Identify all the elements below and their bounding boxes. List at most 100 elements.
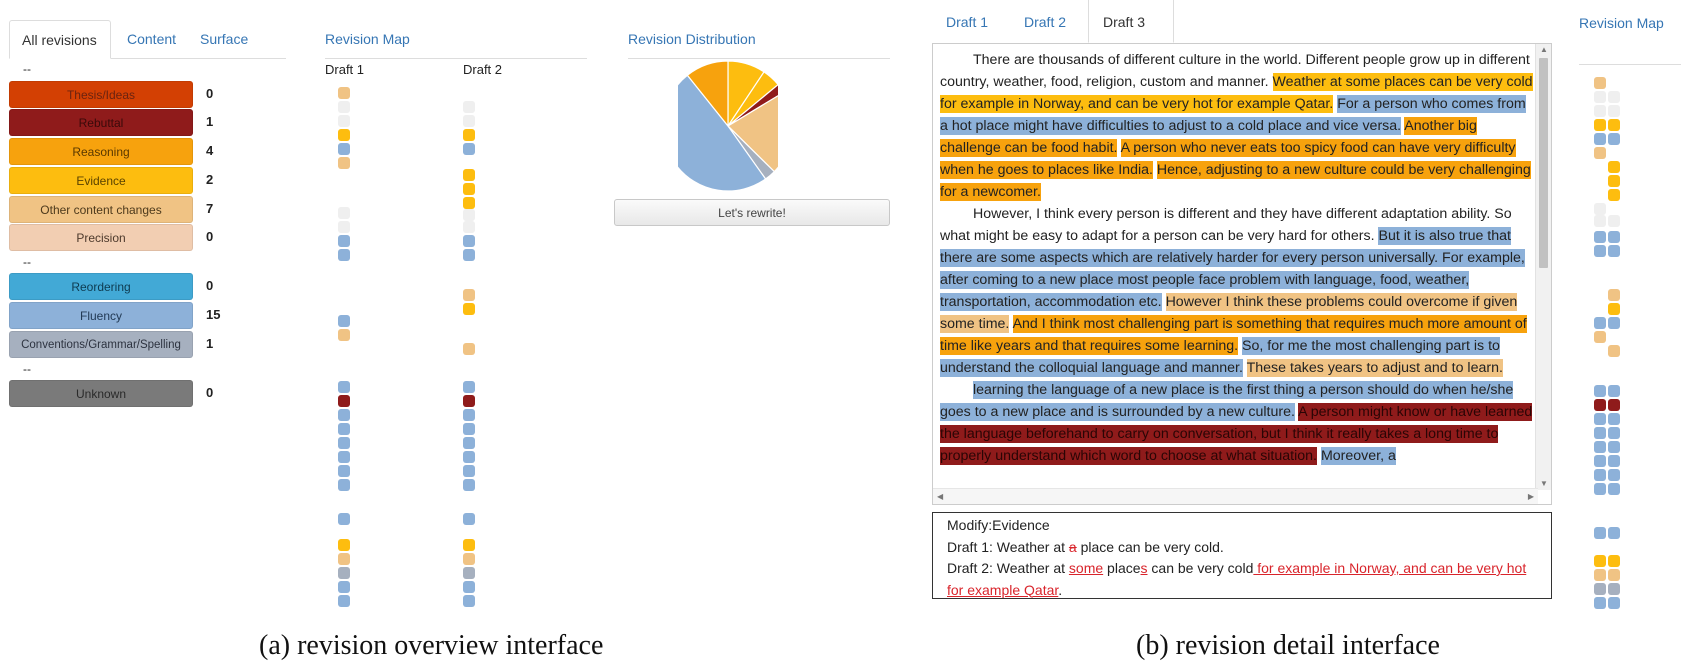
- revision-square[interactable]: [1608, 441, 1620, 453]
- category-reasoning[interactable]: Reasoning: [9, 138, 193, 165]
- revision-square[interactable]: [1608, 161, 1620, 173]
- tab-all-revisions[interactable]: All revisions: [9, 20, 111, 59]
- revision-square[interactable]: [338, 87, 350, 99]
- revision-square[interactable]: [463, 197, 475, 209]
- revision-square[interactable]: [1608, 555, 1620, 567]
- revision-square[interactable]: [1594, 483, 1606, 495]
- revision-square[interactable]: [338, 451, 350, 463]
- category-reordering[interactable]: Reordering: [9, 273, 193, 300]
- revision-square[interactable]: [338, 207, 350, 219]
- revision-square[interactable]: [463, 567, 475, 579]
- revision-square[interactable]: [338, 249, 350, 261]
- revision-square[interactable]: [1608, 413, 1620, 425]
- revision-square[interactable]: [463, 143, 475, 155]
- revision-square[interactable]: [1608, 189, 1620, 201]
- scrollbar-thumb[interactable]: [1539, 58, 1548, 268]
- revision-square[interactable]: [463, 437, 475, 449]
- category-evidence[interactable]: Evidence: [9, 167, 193, 194]
- revision-square[interactable]: [338, 437, 350, 449]
- revision-square[interactable]: [338, 581, 350, 593]
- revision-square[interactable]: [1594, 133, 1606, 145]
- revision-square[interactable]: [338, 381, 350, 393]
- revision-square[interactable]: [1608, 427, 1620, 439]
- revision-square[interactable]: [1608, 303, 1620, 315]
- revision-square[interactable]: [1608, 345, 1620, 357]
- revision-square[interactable]: [463, 169, 475, 181]
- revision-square[interactable]: [1594, 583, 1606, 595]
- vertical-scrollbar[interactable]: ▲ ▼: [1535, 44, 1551, 490]
- tab-content[interactable]: Content: [115, 20, 188, 58]
- category-fluency[interactable]: Fluency: [9, 302, 193, 329]
- revision-square[interactable]: [463, 221, 475, 233]
- category-unknown[interactable]: Unknown: [9, 380, 193, 407]
- revision-square[interactable]: [1594, 597, 1606, 609]
- revision-square[interactable]: [463, 409, 475, 421]
- revision-square[interactable]: [338, 465, 350, 477]
- category-precision[interactable]: Precision: [9, 224, 193, 251]
- revision-square[interactable]: [1594, 147, 1606, 159]
- revision-square[interactable]: [338, 115, 350, 127]
- revision-square[interactable]: [1608, 483, 1620, 495]
- revision-square[interactable]: [463, 209, 475, 221]
- revision-square[interactable]: [1608, 597, 1620, 609]
- revision-square[interactable]: [338, 539, 350, 551]
- tab-surface[interactable]: Surface: [188, 20, 260, 58]
- revision-square[interactable]: [1594, 569, 1606, 581]
- revision-square[interactable]: [1594, 455, 1606, 467]
- category-other-content-changes[interactable]: Other content changes: [9, 196, 193, 223]
- revision-square[interactable]: [463, 343, 475, 355]
- revision-square[interactable]: [1594, 441, 1606, 453]
- revision-square[interactable]: [463, 235, 475, 247]
- revision-square[interactable]: [1608, 245, 1620, 257]
- revision-square[interactable]: [463, 595, 475, 607]
- revision-square[interactable]: [1594, 385, 1606, 397]
- tab-draft-1[interactable]: Draft 1: [932, 0, 1002, 43]
- revision-square[interactable]: [338, 553, 350, 565]
- revision-square[interactable]: [1594, 413, 1606, 425]
- revision-square[interactable]: [1594, 77, 1606, 89]
- revision-square[interactable]: [1608, 317, 1620, 329]
- revision-square[interactable]: [338, 409, 350, 421]
- revision-square[interactable]: [463, 115, 475, 127]
- revision-square[interactable]: [463, 395, 475, 407]
- draft-text-panel[interactable]: There are thousands of different culture…: [932, 43, 1552, 505]
- revision-square[interactable]: [463, 513, 475, 525]
- revision-square[interactable]: [463, 451, 475, 463]
- revision-square[interactable]: [463, 381, 475, 393]
- revision-square[interactable]: [1594, 119, 1606, 131]
- revision-square[interactable]: [338, 329, 350, 341]
- revision-square[interactable]: [1594, 317, 1606, 329]
- revision-square[interactable]: [338, 479, 350, 491]
- revision-square[interactable]: [338, 395, 350, 407]
- revision-square[interactable]: [1608, 215, 1620, 227]
- revision-square[interactable]: [338, 143, 350, 155]
- revision-square[interactable]: [463, 249, 475, 261]
- revision-square[interactable]: [463, 129, 475, 141]
- lets-rewrite-button[interactable]: Let's rewrite!: [614, 199, 890, 226]
- revision-square[interactable]: [338, 315, 350, 327]
- revision-square[interactable]: [1608, 175, 1620, 187]
- revision-square[interactable]: [1608, 399, 1620, 411]
- category-conventions-grammar-spelling[interactable]: Conventions/Grammar/Spelling: [9, 331, 193, 358]
- revision-square[interactable]: [338, 101, 350, 113]
- revision-square[interactable]: [1594, 231, 1606, 243]
- highlighted-sentence[interactable]: Moreover, a: [1320, 447, 1396, 465]
- revision-square[interactable]: [1594, 245, 1606, 257]
- revision-square[interactable]: [1594, 91, 1606, 103]
- revision-square[interactable]: [1594, 331, 1606, 343]
- revision-square[interactable]: [338, 567, 350, 579]
- revision-square[interactable]: [463, 289, 475, 301]
- revision-square[interactable]: [1608, 91, 1620, 103]
- category-rebuttal[interactable]: Rebuttal: [9, 109, 193, 136]
- revision-square[interactable]: [1608, 289, 1620, 301]
- scroll-right-icon[interactable]: ▶: [1528, 492, 1534, 501]
- revision-square[interactable]: [1608, 469, 1620, 481]
- revision-square[interactable]: [338, 129, 350, 141]
- revision-square[interactable]: [463, 101, 475, 113]
- scroll-left-icon[interactable]: ◀: [937, 492, 943, 501]
- revision-square[interactable]: [1594, 527, 1606, 539]
- revision-square[interactable]: [1608, 105, 1620, 117]
- scroll-up-icon[interactable]: ▲: [1540, 45, 1548, 54]
- revision-square[interactable]: [1608, 385, 1620, 397]
- revision-square[interactable]: [463, 423, 475, 435]
